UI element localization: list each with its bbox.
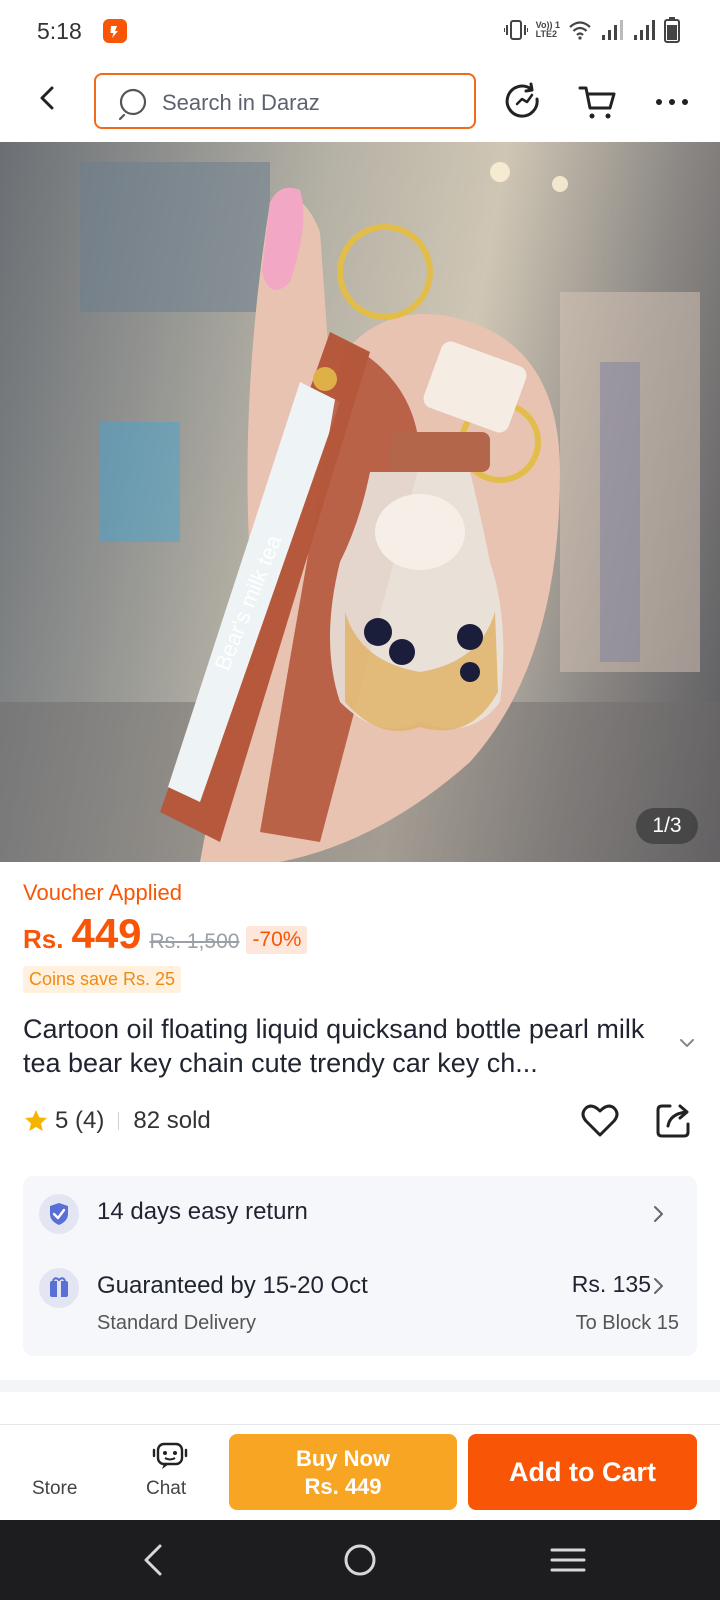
system-navigation-bar <box>0 1520 720 1600</box>
coins-badge: Coins save Rs. 25 <box>23 966 182 993</box>
bottom-action-bar: Store Chat Buy Now Rs. 449 Add to Cart <box>0 1426 720 1520</box>
divider <box>118 1112 120 1130</box>
shield-check-icon <box>39 1194 79 1234</box>
sold-count: 82 sold <box>133 1107 211 1134</box>
cart-button[interactable] <box>576 80 620 124</box>
nav-menu-icon[interactable] <box>548 1542 588 1578</box>
product-title[interactable]: Cartoon oil floating liquid quicksand bo… <box>23 1012 673 1080</box>
delivery-box-icon <box>39 1268 79 1308</box>
bottom-bar-border <box>0 1424 720 1425</box>
wifi-icon <box>569 21 591 40</box>
share-icon <box>656 1104 690 1138</box>
nav-back-icon[interactable] <box>138 1540 168 1580</box>
section-divider <box>0 1380 720 1392</box>
buy-now-price: Rs. 449 <box>304 1474 382 1499</box>
voucher-applied-label: Voucher Applied <box>23 880 183 905</box>
chevron-right-icon[interactable] <box>651 1204 665 1224</box>
battery-icon <box>664 17 680 43</box>
more-button[interactable] <box>650 80 694 124</box>
buy-now-button[interactable]: Buy Now Rs. 449 <box>229 1434 457 1510</box>
product-image-carousel[interactable]: Bear's milk tea 1/3 <box>0 142 720 862</box>
delivery-type: Standard Delivery <box>97 1312 256 1334</box>
signal-icon-2 <box>634 20 655 40</box>
original-price: Rs. 1,500 <box>149 930 240 953</box>
status-bar: 5:18 Vo)) 1 LTE2 <box>0 0 720 60</box>
chevron-down-icon[interactable] <box>678 1036 696 1050</box>
delivery-card: 14 days easy return Guaranteed by 15-20 … <box>23 1176 697 1356</box>
rating-row[interactable]: 5 (4) 82 sold <box>23 1106 211 1136</box>
heart-icon <box>581 1104 619 1137</box>
search-icon <box>118 88 147 121</box>
more-icon <box>656 99 688 105</box>
back-button[interactable] <box>28 78 68 118</box>
price-currency: Rs. <box>23 924 64 954</box>
image-counter: 1/3 <box>636 808 698 844</box>
nav-home-icon[interactable] <box>340 1540 380 1580</box>
price-value: 449 <box>71 910 142 957</box>
share-button[interactable] <box>652 1098 696 1142</box>
top-header: Search in Daraz <box>0 60 720 142</box>
wishlist-button[interactable] <box>578 1098 622 1142</box>
chat-label: Chat <box>146 1478 187 1499</box>
rating-text: 5 (4) <box>55 1107 105 1134</box>
add-to-cart-button[interactable]: Add to Cart <box>468 1434 697 1510</box>
chevron-right-icon[interactable] <box>651 1276 665 1296</box>
delivery-location[interactable]: To Block 15 <box>576 1312 679 1335</box>
chat-robot-icon <box>152 1442 188 1469</box>
cart-icon <box>578 86 616 119</box>
vibrate-icon <box>503 20 528 40</box>
buy-now-label: Buy Now <box>295 1446 391 1471</box>
price-row: Rs. 449 Rs. 1,500 -70% <box>23 910 308 960</box>
product-photo: Bear's milk tea <box>0 162 720 862</box>
back-icon <box>40 86 54 110</box>
shipping-fee: Rs. 135 <box>571 1271 651 1297</box>
star-icon <box>25 1110 47 1131</box>
history-icon <box>505 82 539 118</box>
status-time: 5:18 <box>37 18 82 44</box>
signal-icon-1 <box>602 20 623 40</box>
delivery-guarantee-text[interactable]: Guaranteed by 15-20 Oct <box>97 1272 368 1300</box>
daraz-notification-icon <box>103 19 127 43</box>
lte-indicator: Vo)) 1 LTE2 <box>535 20 560 39</box>
status-icons: Vo)) 1 LTE2 <box>503 16 680 44</box>
return-policy-text[interactable]: 14 days easy return <box>97 1198 308 1226</box>
search-placeholder: Search in Daraz <box>162 90 320 115</box>
store-button[interactable]: Store <box>32 1478 77 1500</box>
chat-button[interactable] <box>140 1434 200 1514</box>
discount-badge: -70% <box>246 926 308 954</box>
search-input[interactable]: Search in Daraz <box>94 73 476 129</box>
history-button[interactable] <box>501 80 545 124</box>
